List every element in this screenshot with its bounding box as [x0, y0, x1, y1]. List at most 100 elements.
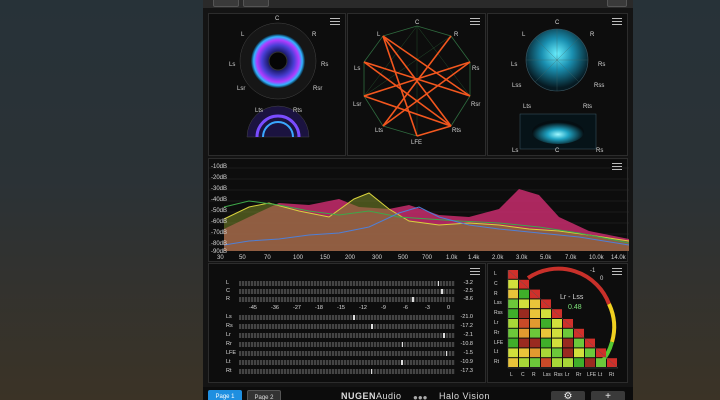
- graph-label-rs: Rs: [472, 66, 480, 72]
- matrix-cell[interactable]: [563, 328, 573, 338]
- matrix-cell[interactable]: [541, 358, 551, 367]
- window-button-left-1[interactable]: [213, 0, 239, 7]
- settings-button[interactable]: ⚙: [551, 391, 585, 400]
- meter-peak: [441, 289, 443, 294]
- matrix-cell[interactable]: [508, 328, 518, 338]
- matrix-cell[interactable]: [519, 299, 529, 309]
- matrix-cell[interactable]: [519, 348, 529, 358]
- polar-label-rsr: Rsr: [313, 86, 323, 92]
- page-2-button[interactable]: Page 2: [247, 390, 281, 400]
- meter-peak: [445, 351, 448, 356]
- meter-value: -8.6: [463, 296, 473, 302]
- matrix-cell[interactable]: [574, 338, 584, 348]
- matrix-col-label: Lt: [598, 372, 603, 378]
- graph-label-rts: Rts: [452, 128, 461, 134]
- vs-label-l: L: [522, 32, 526, 38]
- meter-label: Rt: [226, 368, 232, 374]
- matrix-cell[interactable]: [574, 348, 584, 358]
- matrix-cell[interactable]: [508, 338, 518, 348]
- matrix-row-label: C: [494, 280, 498, 287]
- meter-value: -17.3: [460, 368, 473, 374]
- matrix-col-label: C: [521, 372, 525, 378]
- matrix-cell[interactable]: [530, 299, 540, 309]
- polar-label-ls: Ls: [229, 62, 236, 68]
- matrix-cell[interactable]: [541, 319, 551, 328]
- matrix-cell[interactable]: [530, 309, 540, 318]
- matrix-cell[interactable]: [530, 319, 540, 328]
- meters-menu-icon[interactable]: [470, 268, 480, 276]
- vs-label-lower-ls: Ls: [512, 148, 519, 154]
- add-view-button[interactable]: +: [591, 391, 625, 400]
- matrix-cell[interactable]: [541, 348, 551, 358]
- matrix-cell[interactable]: [508, 279, 518, 289]
- matrix-cell[interactable]: [552, 358, 562, 367]
- meter-scale-label: -27: [293, 305, 301, 311]
- meter-bar: [239, 342, 455, 347]
- matrix-cell[interactable]: [530, 328, 540, 338]
- freq-label-14k: 14.0k: [611, 255, 626, 261]
- channel-graph-panel: C L R Ls Rs Lsr Rsr Lts Rts LFE: [347, 13, 486, 156]
- matrix-cell[interactable]: [519, 338, 529, 348]
- window-button-left-2[interactable]: [243, 0, 269, 7]
- page-1-button[interactable]: Page 1: [208, 390, 242, 400]
- meter-bar: [239, 289, 455, 294]
- brand-audio: Audio: [376, 391, 402, 400]
- matrix-cell[interactable]: [519, 358, 529, 367]
- matrix-col-label: R: [532, 372, 536, 378]
- meter-label: Rr: [226, 341, 232, 347]
- freq-label-700: 700: [422, 255, 433, 261]
- db-label-20: -20dB: [211, 175, 228, 181]
- matrix-row-label: Lt: [494, 349, 499, 356]
- vs-label-lower-c: C: [555, 148, 560, 154]
- freq-label-3k: 3.0k: [516, 255, 528, 261]
- matrix-row-label: Lss: [494, 300, 502, 307]
- matrix-cell[interactable]: [519, 289, 529, 299]
- meter-label: Lr: [226, 332, 231, 338]
- matrix-row-label: L: [494, 271, 497, 277]
- matrix-cell[interactable]: [552, 328, 562, 338]
- meter-scale-label: -9: [381, 305, 386, 311]
- title-strip: [203, 0, 633, 8]
- matrix-cell[interactable]: [530, 348, 540, 358]
- matrix-cell[interactable]: [519, 328, 529, 338]
- meter-value: -10.9: [460, 359, 473, 365]
- window-button-right[interactable]: [607, 0, 627, 7]
- meter-value: -17.2: [460, 323, 473, 329]
- db-label-10: -10dB: [211, 164, 228, 170]
- matrix-cell[interactable]: [574, 358, 584, 367]
- product-name: Halo Vision: [439, 391, 490, 400]
- matrix-cell[interactable]: [552, 348, 562, 358]
- matrix-col-label: Rss: [554, 372, 563, 378]
- matrix-cell[interactable]: [508, 319, 518, 328]
- matrix-cell[interactable]: [519, 319, 529, 328]
- meter-label: L: [226, 280, 230, 286]
- matrix-cell[interactable]: [519, 309, 529, 318]
- matrix-cell[interactable]: [541, 328, 551, 338]
- matrix-cell[interactable]: [508, 358, 518, 367]
- matrix-cell[interactable]: [541, 309, 551, 318]
- matrix-cell[interactable]: [563, 358, 573, 367]
- matrix-cell[interactable]: [541, 338, 551, 348]
- vs-label-rts: Rts: [583, 104, 592, 110]
- meter-value: -1.5: [463, 350, 473, 356]
- meter-label: Lt: [226, 359, 231, 365]
- matrix-cell[interactable]: [585, 358, 595, 367]
- separator-dots: ●●●: [413, 393, 428, 400]
- matrix-cell[interactable]: [563, 348, 573, 358]
- matrix-cell[interactable]: [563, 338, 573, 348]
- matrix-cell[interactable]: [552, 338, 562, 348]
- matrix-cell[interactable]: [530, 338, 540, 348]
- matrix-cell[interactable]: [585, 348, 595, 358]
- polar-label-rts: Rts: [293, 108, 302, 114]
- matrix-cell[interactable]: [508, 299, 518, 309]
- matrix-cell[interactable]: [508, 309, 518, 318]
- meter-scale-label: -18: [315, 305, 323, 311]
- polar-scope-panel: C L R Ls Rs Lsr Rsr Lts Rts: [208, 13, 346, 156]
- matrix-cell[interactable]: [508, 289, 518, 299]
- level-meters-panel: L -3.2 C -2.5 R -8.6 -45 -36 -27 -18 -15 -12 -9 -6 -3 0…: [208, 263, 486, 383]
- matrix-cell[interactable]: [530, 358, 540, 367]
- matrix-cell[interactable]: [508, 348, 518, 358]
- halo-vision-window: C L R Ls Rs Lsr Rsr Lts Rts C L R Ls Rs …: [203, 0, 633, 400]
- matrix-cell[interactable]: [552, 319, 562, 328]
- matrix-cell[interactable]: [596, 358, 606, 367]
